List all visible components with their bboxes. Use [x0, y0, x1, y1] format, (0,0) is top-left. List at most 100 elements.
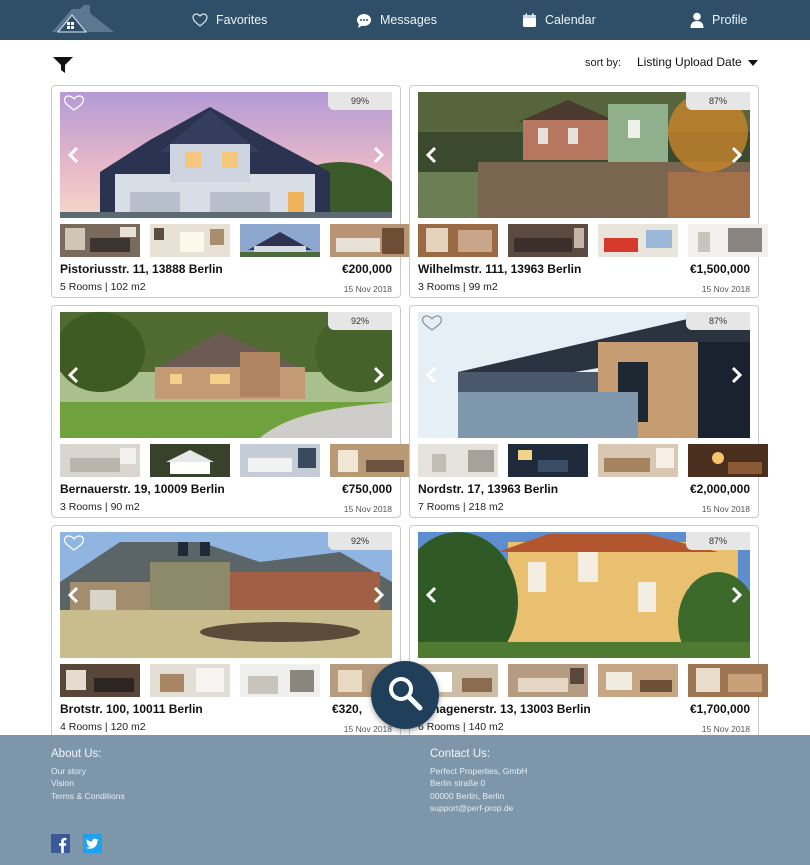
footer-link-our-story[interactable]: Our story — [51, 766, 86, 776]
listing-address: Brotstr. 100, 10011 Berlin — [60, 702, 203, 716]
listing-card[interactable]: 87% Wilhelmstr. 111, 13963 Berlin €1,500… — [409, 85, 768, 298]
listing-rooms-size: 7 Rooms | 218 m2 — [418, 501, 504, 513]
listing-price: €200,000 — [341, 262, 392, 276]
listing-photo[interactable]: 92% — [60, 312, 392, 438]
thumbnail-image[interactable] — [60, 664, 140, 697]
chevron-right-icon[interactable] — [728, 145, 744, 165]
thumbnail-image[interactable] — [688, 664, 768, 697]
listing-photo[interactable]: 99% — [60, 92, 392, 218]
listing-rooms-size: 3 Rooms | 90 m2 — [60, 501, 140, 513]
user-icon — [690, 12, 704, 28]
facebook-icon[interactable] — [51, 834, 70, 853]
search-icon — [385, 673, 425, 718]
favorite-heart-icon[interactable] — [63, 535, 85, 551]
chevron-right-icon[interactable] — [370, 145, 386, 165]
chevron-left-icon[interactable] — [424, 145, 440, 165]
listing-rooms-size: 6 Rooms | 140 m2 — [418, 721, 504, 733]
thumbnail-image[interactable] — [688, 224, 768, 257]
thumbnail-image[interactable] — [150, 444, 230, 477]
listing-card[interactable]: 99% Pistoriusstr. 11, 13888 Berlin €200,… — [51, 85, 410, 298]
thumbnail-image[interactable] — [418, 444, 498, 477]
favorite-heart-icon[interactable] — [421, 315, 443, 331]
listing-price: €1,700,000 — [689, 702, 750, 716]
footer-link-terms[interactable]: Terms & Conditions — [51, 791, 125, 801]
caret-down-icon — [747, 60, 758, 66]
chevron-right-icon[interactable] — [728, 365, 744, 385]
match-score-badge: 92% — [328, 532, 392, 550]
chevron-right-icon[interactable] — [728, 585, 744, 605]
calendar-icon — [522, 13, 537, 28]
listing-card[interactable]: 87% enhagenerstr. 13, 13003 Berlin €1,70… — [409, 525, 768, 738]
chevron-left-icon[interactable] — [66, 145, 82, 165]
search-button[interactable] — [371, 661, 439, 729]
listing-rooms-size: 5 Rooms | 102 m2 — [60, 281, 146, 293]
listing-photo[interactable]: 92% — [60, 532, 392, 658]
house-logo[interactable] — [50, 3, 116, 33]
chevron-left-icon[interactable] — [66, 365, 82, 385]
listing-card[interactable]: 92% Brotstr. 100, 10011 Berlin €320, 4 R… — [51, 525, 410, 738]
listing-date: 15 Nov 2018 — [701, 724, 750, 734]
listing-price: €1,500,000 — [689, 262, 750, 276]
chevron-right-icon[interactable] — [370, 585, 386, 605]
listing-price: €750,000 — [341, 482, 392, 496]
thumbnail-image[interactable] — [508, 664, 588, 697]
footer: About Us: Our story Vision Terms & Condi… — [0, 735, 810, 865]
nav-favorites-label: Favorites — [216, 13, 268, 27]
nav-profile[interactable]: Profile — [690, 0, 747, 40]
footer-contact-street: Berlin straße 0 — [430, 778, 486, 788]
footer-link-vision[interactable]: Vision — [51, 778, 74, 788]
thumbnail-strip — [418, 664, 768, 697]
footer-contact-email[interactable]: support@perf-prop.de — [430, 803, 513, 813]
listing-photo[interactable]: 87% — [418, 92, 750, 218]
thumbnail-strip — [418, 444, 768, 477]
chevron-left-icon[interactable] — [424, 585, 440, 605]
listing-card[interactable]: 92% Bernauerstr. 19, 10009 Berlin €750,0… — [51, 305, 410, 518]
thumbnail-image[interactable] — [688, 444, 768, 477]
listing-rooms-size: 3 Rooms | 99 m2 — [418, 281, 498, 293]
match-score-badge: 87% — [686, 312, 750, 330]
thumbnail-image[interactable] — [240, 664, 320, 697]
chevron-left-icon[interactable] — [66, 585, 82, 605]
chevron-right-icon[interactable] — [370, 365, 386, 385]
listing-date: 15 Nov 2018 — [701, 504, 750, 514]
nav-messages[interactable]: Messages — [356, 0, 437, 40]
thumbnail-image[interactable] — [598, 664, 678, 697]
listing-address: Pistoriusstr. 11, 13888 Berlin — [60, 262, 223, 276]
thumbnail-image[interactable] — [150, 224, 230, 257]
thumbnail-image[interactable] — [508, 224, 588, 257]
listing-address: enhagenerstr. 13, 13003 Berlin — [418, 702, 591, 716]
thumbnail-image[interactable] — [150, 664, 230, 697]
chevron-left-icon[interactable] — [424, 365, 440, 385]
nav-calendar-label: Calendar — [545, 13, 596, 27]
nav-calendar[interactable]: Calendar — [522, 0, 596, 40]
thumbnail-image[interactable] — [418, 224, 498, 257]
listing-photo[interactable]: 87% — [418, 312, 750, 438]
twitter-icon[interactable] — [83, 834, 102, 853]
listing-price: €2,000,000 — [689, 482, 750, 496]
funnel-icon[interactable] — [52, 56, 74, 74]
nav-favorites[interactable]: Favorites — [192, 0, 267, 40]
thumbnail-image[interactable] — [60, 444, 140, 477]
match-score-badge: 87% — [686, 532, 750, 550]
thumbnail-strip — [60, 224, 410, 257]
thumbnail-image[interactable] — [598, 444, 678, 477]
thumbnail-image[interactable] — [60, 224, 140, 257]
favorite-heart-icon[interactable] — [63, 95, 85, 111]
sort-dropdown-value: Listing Upload Date — [637, 55, 742, 69]
listing-card[interactable]: 87% Nordstr. 17, 13963 Berlin €2,000,000… — [409, 305, 768, 518]
thumbnail-image[interactable] — [598, 224, 678, 257]
sort-dropdown[interactable]: Listing Upload Date — [637, 55, 758, 69]
thumbnail-image[interactable] — [240, 224, 320, 257]
footer-about-title: About Us: — [51, 748, 102, 760]
match-score-badge: 99% — [328, 92, 392, 110]
chat-bubble-icon — [356, 13, 372, 28]
thumbnail-image[interactable] — [330, 224, 410, 257]
thumbnail-image[interactable] — [240, 444, 320, 477]
listing-date: 15 Nov 2018 — [701, 284, 750, 294]
nav-profile-label: Profile — [712, 13, 748, 27]
top-navigation-bar: Favorites Messages Calendar Profile — [0, 0, 810, 40]
thumbnail-image[interactable] — [508, 444, 588, 477]
footer-contact-city: 00000 Berlin, Berlin — [430, 791, 505, 801]
thumbnail-image[interactable] — [330, 444, 410, 477]
listing-photo[interactable]: 87% — [418, 532, 750, 658]
